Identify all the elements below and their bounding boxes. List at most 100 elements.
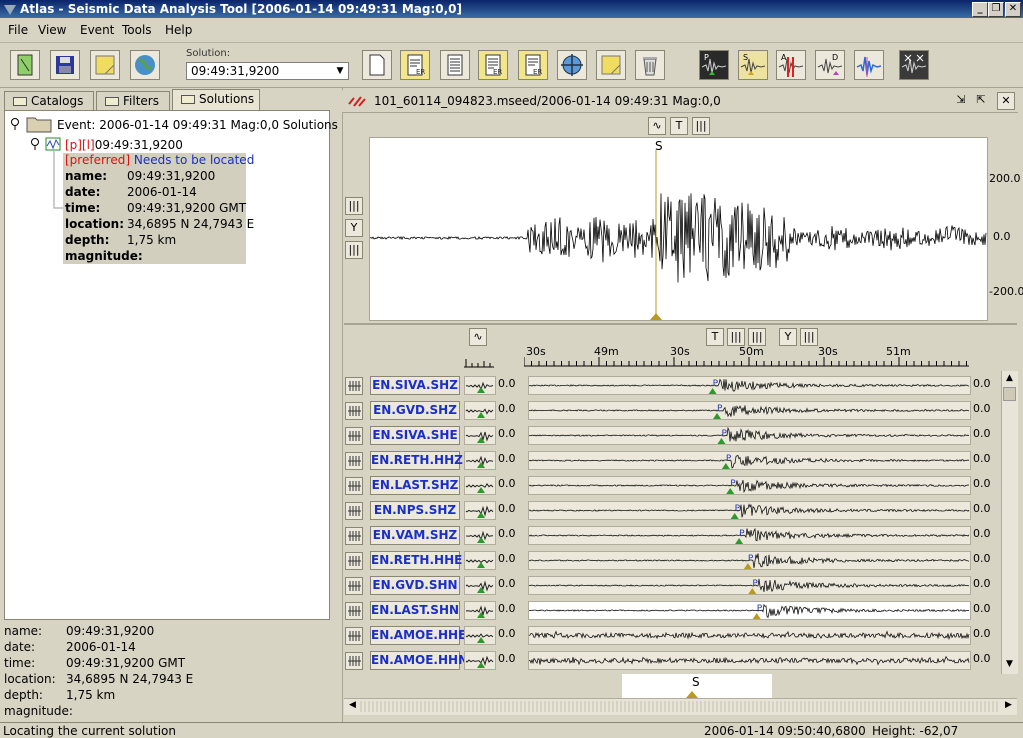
mini-filter-button[interactable]: ∿ <box>469 328 487 346</box>
menu-event[interactable]: Event <box>80 23 114 37</box>
horizontal-scroll-thumb[interactable] <box>360 701 1000 712</box>
waveform-filter-button[interactable] <box>854 50 884 80</box>
channel-row[interactable]: EN.LAST.SHN 0.0 P 0.0 <box>344 599 999 621</box>
delete-button[interactable] <box>635 50 665 80</box>
solution-select[interactable]: 09:49:31,9200 ▼ <box>186 62 349 80</box>
channel-waveform[interactable]: P <box>528 501 971 520</box>
channel-row[interactable]: EN.VAM.SHZ 0.0 P 0.0 <box>344 524 999 546</box>
channel-vgrid-button[interactable]: Y <box>779 328 797 346</box>
grid-horizontal-button[interactable]: ||| <box>345 241 363 259</box>
channel-grid-icon[interactable] <box>345 577 363 595</box>
report-button[interactable]: ER <box>400 50 430 80</box>
channel-row[interactable]: EN.AMOE.HHE 0.0 0.0 <box>344 624 999 646</box>
channel-waveform[interactable]: P <box>528 601 971 620</box>
channel-grid-icon[interactable] <box>345 427 363 445</box>
save-button[interactable] <box>50 50 80 80</box>
channel-grid-icon[interactable] <box>345 552 363 570</box>
x-pick-button[interactable] <box>899 50 929 80</box>
channel-grid-icon[interactable] <box>345 377 363 395</box>
channel-name-button[interactable]: EN.NPS.SHZ <box>370 501 460 520</box>
menu-view[interactable]: View <box>38 23 66 37</box>
tree-toggle-icon[interactable] <box>28 137 42 151</box>
channel-row[interactable]: EN.NPS.SHZ 0.0 P 0.0 <box>344 499 999 521</box>
grid-toggle-button[interactable]: ||| <box>692 117 710 135</box>
bottom-pick-bar[interactable]: S <box>622 674 772 698</box>
channel-row[interactable]: EN.GVD.SHN 0.0 P 0.0 <box>344 574 999 596</box>
filter-wave-button[interactable]: ∿ <box>648 117 666 135</box>
scroll-up-icon[interactable]: ▲ <box>1003 373 1016 386</box>
channel-grid-icon[interactable] <box>345 477 363 495</box>
locate-button[interactable] <box>557 50 587 80</box>
grid-vertical-button[interactable]: ||| <box>345 197 363 215</box>
channel-waveform[interactable]: P <box>528 551 971 570</box>
detach-panel-button[interactable]: ⇱ <box>972 92 990 110</box>
channel-name-button[interactable]: EN.VAM.SHZ <box>370 526 460 545</box>
scroll-left-icon[interactable]: ◀ <box>346 700 359 713</box>
channel-grid-icon[interactable] <box>345 452 363 470</box>
channel-waveform[interactable]: P <box>528 526 971 545</box>
channel-name-button[interactable]: EN.SIVA.SHZ <box>370 376 460 395</box>
tab-filters[interactable]: Filters <box>96 91 170 110</box>
scroll-down-icon[interactable]: ▼ <box>1003 659 1016 672</box>
channel-y-button[interactable]: ||| <box>800 328 818 346</box>
list-button[interactable] <box>440 50 470 80</box>
document-button[interactable] <box>10 50 40 80</box>
tree-toggle-icon[interactable] <box>8 117 22 131</box>
channel-waveform[interactable] <box>528 651 971 670</box>
channel-name-button[interactable]: EN.RETH.HHE <box>370 551 462 570</box>
channel-waveform[interactable] <box>528 626 971 645</box>
tab-solutions[interactable]: Solutions <box>172 89 260 110</box>
channel-grid-icon[interactable] <box>345 627 363 645</box>
splitter[interactable] <box>344 323 1017 325</box>
channel-grid-icon[interactable] <box>345 402 363 420</box>
menu-file[interactable]: File <box>8 23 28 37</box>
text-toggle-button[interactable]: T <box>670 117 688 135</box>
horizontal-scrollbar[interactable]: ◀ ▶ <box>344 698 1017 715</box>
s-pick-button[interactable]: S <box>738 50 768 80</box>
channel-row[interactable]: EN.RETH.HHZ 0.0 P 0.0 <box>344 449 999 471</box>
main-waveform-plot[interactable]: S <box>369 137 988 321</box>
channel-waveform[interactable]: P <box>528 401 971 420</box>
channel-vertical-scrollbar[interactable]: ▲ ▼ <box>1001 371 1018 674</box>
channel-waveform[interactable]: P <box>528 476 971 495</box>
channel-name-button[interactable]: EN.AMOE.HHE <box>370 626 466 645</box>
channel-waveform[interactable]: P <box>528 576 971 595</box>
channel-filter-button[interactable]: T <box>706 328 724 346</box>
channel-name-button[interactable]: EN.AMOE.HHN <box>370 651 468 670</box>
channel-name-button[interactable]: EN.GVD.SHZ <box>370 401 460 420</box>
channel-row[interactable]: EN.AMOE.HHN 0.0 0.0 <box>344 649 999 671</box>
minimize-button[interactable]: _ <box>972 2 988 17</box>
tab-catalogs[interactable]: Catalogs <box>4 91 94 110</box>
scroll-right-icon[interactable]: ▶ <box>1002 700 1015 713</box>
channel-name-button[interactable]: EN.LAST.SHN <box>370 601 460 620</box>
report-list-button[interactable]: ER <box>478 50 508 80</box>
menu-tools[interactable]: Tools <box>122 23 152 37</box>
maximize-button[interactable]: ❐ <box>988 2 1004 17</box>
channel-grid-icon[interactable] <box>345 527 363 545</box>
scroll-thumb[interactable] <box>1003 387 1016 401</box>
channel-name-button[interactable]: EN.SIVA.SHE <box>370 426 460 445</box>
new-page-button[interactable] <box>362 50 392 80</box>
channel-grid-icon[interactable] <box>345 502 363 520</box>
minimize-panel-button[interactable]: ⇲ <box>952 92 970 110</box>
channel-name-button[interactable]: EN.LAST.SHZ <box>370 476 460 495</box>
event-node-label[interactable]: Event: 2006-01-14 09:49:31 Mag:0,0 Solut… <box>57 118 338 132</box>
channel-name-button[interactable]: EN.GVD.SHN <box>370 576 460 595</box>
channel-grid-icon[interactable] <box>345 652 363 670</box>
channel-waveform[interactable]: P <box>528 451 971 470</box>
d-pick-button[interactable]: D <box>815 50 845 80</box>
close-panel-button[interactable]: ✕ <box>997 92 1015 110</box>
channel-row[interactable]: EN.GVD.SHZ 0.0 P 0.0 <box>344 399 999 421</box>
channel-name-button[interactable]: EN.RETH.HHZ <box>370 451 463 470</box>
note-edit-button[interactable] <box>596 50 626 80</box>
channel-waveform[interactable]: P <box>528 376 971 395</box>
report-selected-button[interactable]: ER <box>518 50 548 80</box>
solution-node[interactable]: [p][l]09:49:31,9200 <box>65 138 183 152</box>
channel-row[interactable]: EN.LAST.SHZ 0.0 P 0.0 <box>344 474 999 496</box>
channel-row[interactable]: EN.SIVA.SHZ 0.0 P 0.0 <box>344 374 999 396</box>
y-scale-button[interactable]: Y <box>345 219 363 237</box>
channel-row[interactable]: EN.RETH.HHE 0.0 P 0.0 <box>344 549 999 571</box>
p-pick-button[interactable]: P <box>699 50 729 80</box>
channel-waveform[interactable]: P <box>528 426 971 445</box>
menu-help[interactable]: Help <box>165 23 192 37</box>
